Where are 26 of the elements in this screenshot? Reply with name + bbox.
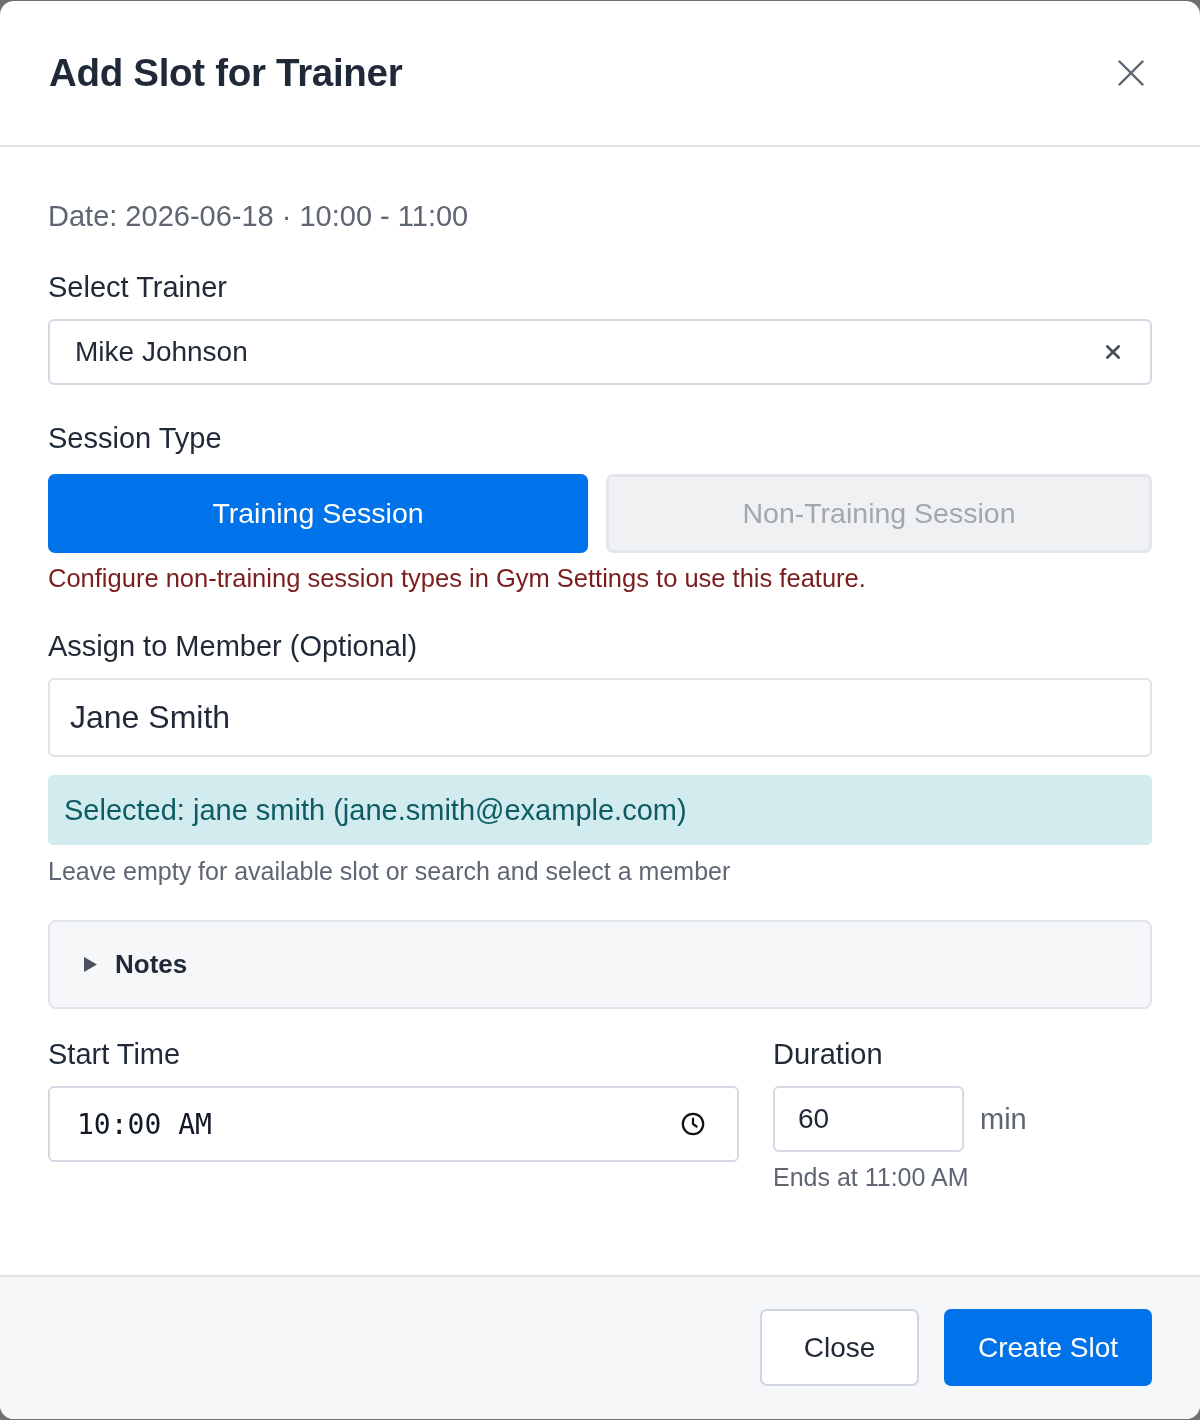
- field-label: Session Type: [48, 421, 222, 456]
- notes-label: Notes: [115, 949, 188, 980]
- start-time-field[interactable]: 10:00 AM: [48, 1086, 739, 1162]
- duration-field[interactable]: 60: [773, 1086, 964, 1152]
- dialog-title: Add Slot for Trainer: [49, 51, 403, 95]
- close-icon: [1118, 60, 1144, 86]
- triangle-icon: [84, 957, 97, 972]
- unit-label: min: [980, 1102, 1027, 1136]
- clock-icon[interactable]: [681, 1112, 705, 1136]
- close-button[interactable]: [1118, 60, 1144, 86]
- field-label: Start Time: [48, 1037, 181, 1072]
- notes-panel[interactable]: Notes: [48, 920, 1152, 1009]
- clear-icon[interactable]: [1106, 345, 1120, 359]
- close-button[interactable]: Close: [760, 1309, 919, 1386]
- end-time-hint: Ends at 11:00 AM: [773, 1162, 969, 1192]
- session-type-option[interactable]: Training Session: [48, 474, 588, 553]
- trainer-select[interactable]: Mike Johnson: [48, 319, 1152, 385]
- create-slot-button[interactable]: Create Slot: [944, 1309, 1152, 1386]
- date-text: Date: 2026-06-18 · 10:00 - 11:00: [48, 199, 469, 234]
- field-label: Assign to Member (Optional): [48, 629, 418, 664]
- help-text: Leave empty for available slot or search and select a member: [48, 856, 731, 886]
- field-label: Select Trainer: [48, 270, 227, 305]
- field-label: Duration: [773, 1037, 883, 1072]
- member-search-field[interactable]: Jane Smith: [48, 678, 1152, 757]
- selected-member-notice: Selected: jane smith (jane.smith@example.com): [48, 775, 1152, 845]
- error-message: Configure non-training session types in Gym Settings to use this feature.: [48, 563, 866, 593]
